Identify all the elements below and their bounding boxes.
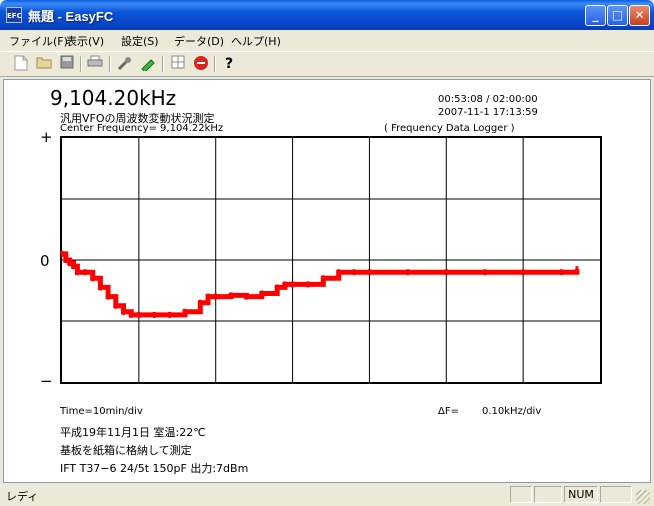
title-bar[interactable]: EFC 無題 - EasyFC _ □ ✕ <box>0 0 654 30</box>
grid-icon[interactable] <box>169 55 187 73</box>
time-division: Time=10min/div <box>60 406 143 417</box>
menu-data[interactable]: データ(D) <box>174 33 224 49</box>
frequency-readout: 9,104.20kHz <box>50 86 177 110</box>
wrench-icon[interactable] <box>116 55 134 73</box>
data-point <box>575 266 579 273</box>
data-point <box>198 299 202 306</box>
main-window: EFC 無題 - EasyFC _ □ ✕ ファイル(F) 表示(V) 設定(S… <box>0 0 654 506</box>
toolbar-separator <box>214 56 216 72</box>
data-point <box>114 302 118 309</box>
window-title: 無題 - EasyFC <box>28 9 114 24</box>
toolbar-separator <box>162 56 164 72</box>
data-point <box>91 275 95 282</box>
delta-f-label: ΔF= <box>438 406 459 417</box>
data-point <box>68 260 72 267</box>
data-point <box>214 293 218 300</box>
minimize-button[interactable]: _ <box>585 5 606 26</box>
data-point <box>75 269 79 276</box>
menu-help[interactable]: ヘルプ(H) <box>231 33 281 49</box>
app-icon[interactable]: EFC <box>6 7 22 23</box>
data-point <box>168 311 172 318</box>
toolbar: ? <box>0 51 654 77</box>
save-icon[interactable] <box>58 55 76 73</box>
menu-bar: ファイル(F) 表示(V) 設定(S) データ(D) ヘルプ(H) <box>0 30 654 50</box>
data-point <box>306 281 310 288</box>
pen-icon[interactable] <box>139 55 157 73</box>
resize-grip[interactable] <box>636 490 650 504</box>
maximize-button[interactable]: □ <box>607 5 628 26</box>
data-point <box>137 311 141 318</box>
data-point <box>352 269 356 276</box>
data-point <box>60 250 64 257</box>
data-point <box>152 311 156 318</box>
data-point <box>183 308 187 315</box>
data-point <box>321 275 325 282</box>
status-pane-scroll <box>600 486 632 503</box>
status-pane-caps <box>510 486 532 503</box>
status-text: レディ <box>6 490 39 503</box>
data-point <box>560 269 564 276</box>
data-point <box>121 308 125 315</box>
y-axis-zero: 0 <box>40 252 50 270</box>
data-point <box>521 269 525 276</box>
elapsed-time: 00:53:08 / 02:00:00 <box>438 94 538 105</box>
data-point <box>129 311 133 318</box>
data-point <box>337 269 341 276</box>
measurement-view: 9,104.20kHz 汎用VFOの周波数変動状況測定 Center Frequ… <box>3 79 651 483</box>
data-point <box>229 292 233 299</box>
help-icon[interactable]: ? <box>220 55 238 73</box>
stop-icon[interactable] <box>192 55 210 73</box>
data-point <box>275 284 279 291</box>
note-housing: 基板を紙箱に格納して測定 <box>60 444 192 457</box>
logger-label: ( Frequency Data Logger ) <box>384 123 515 134</box>
data-point <box>98 284 102 291</box>
open-folder-icon[interactable] <box>35 55 53 73</box>
svg-text:?: ? <box>225 56 233 71</box>
data-point <box>83 269 87 276</box>
data-point <box>291 281 295 288</box>
close-button[interactable]: ✕ <box>629 5 650 26</box>
menu-file[interactable]: ファイル(F) <box>9 33 68 49</box>
y-axis-minus: − <box>40 372 53 390</box>
status-bar: レディ NUM <box>0 484 654 506</box>
status-pane-blank <box>534 486 562 503</box>
menu-view[interactable]: 表示(V) <box>66 33 104 49</box>
data-point <box>206 293 210 300</box>
delta-f-value: 0.10kHz/div <box>482 406 542 417</box>
data-point <box>406 269 410 276</box>
frequency-chart <box>60 136 602 384</box>
y-axis-plus: + <box>40 128 53 146</box>
timestamp: 2007-11-1 17:13:59 <box>438 107 538 118</box>
data-point <box>260 290 264 297</box>
data-point <box>283 281 287 288</box>
data-point <box>244 293 248 300</box>
print-icon[interactable] <box>86 55 104 73</box>
toolbar-separator <box>109 56 111 72</box>
data-point <box>72 263 76 270</box>
center-frequency: Center Frequency= 9,104.22kHz <box>60 123 224 134</box>
data-point <box>367 269 371 276</box>
data-point <box>444 269 448 276</box>
data-point <box>64 257 68 263</box>
data-point <box>106 293 110 300</box>
status-num: NUM <box>564 486 598 503</box>
menu-settings[interactable]: 設定(S) <box>121 33 159 49</box>
new-file-icon[interactable] <box>12 55 30 73</box>
data-point <box>483 269 487 276</box>
toolbar-separator <box>80 56 82 72</box>
note-date-temp: 平成19年11月1日 室温:22℃ <box>60 426 206 439</box>
note-circuit: IFT T37−6 24/5t 150pF 出力:7dBm <box>60 462 249 475</box>
